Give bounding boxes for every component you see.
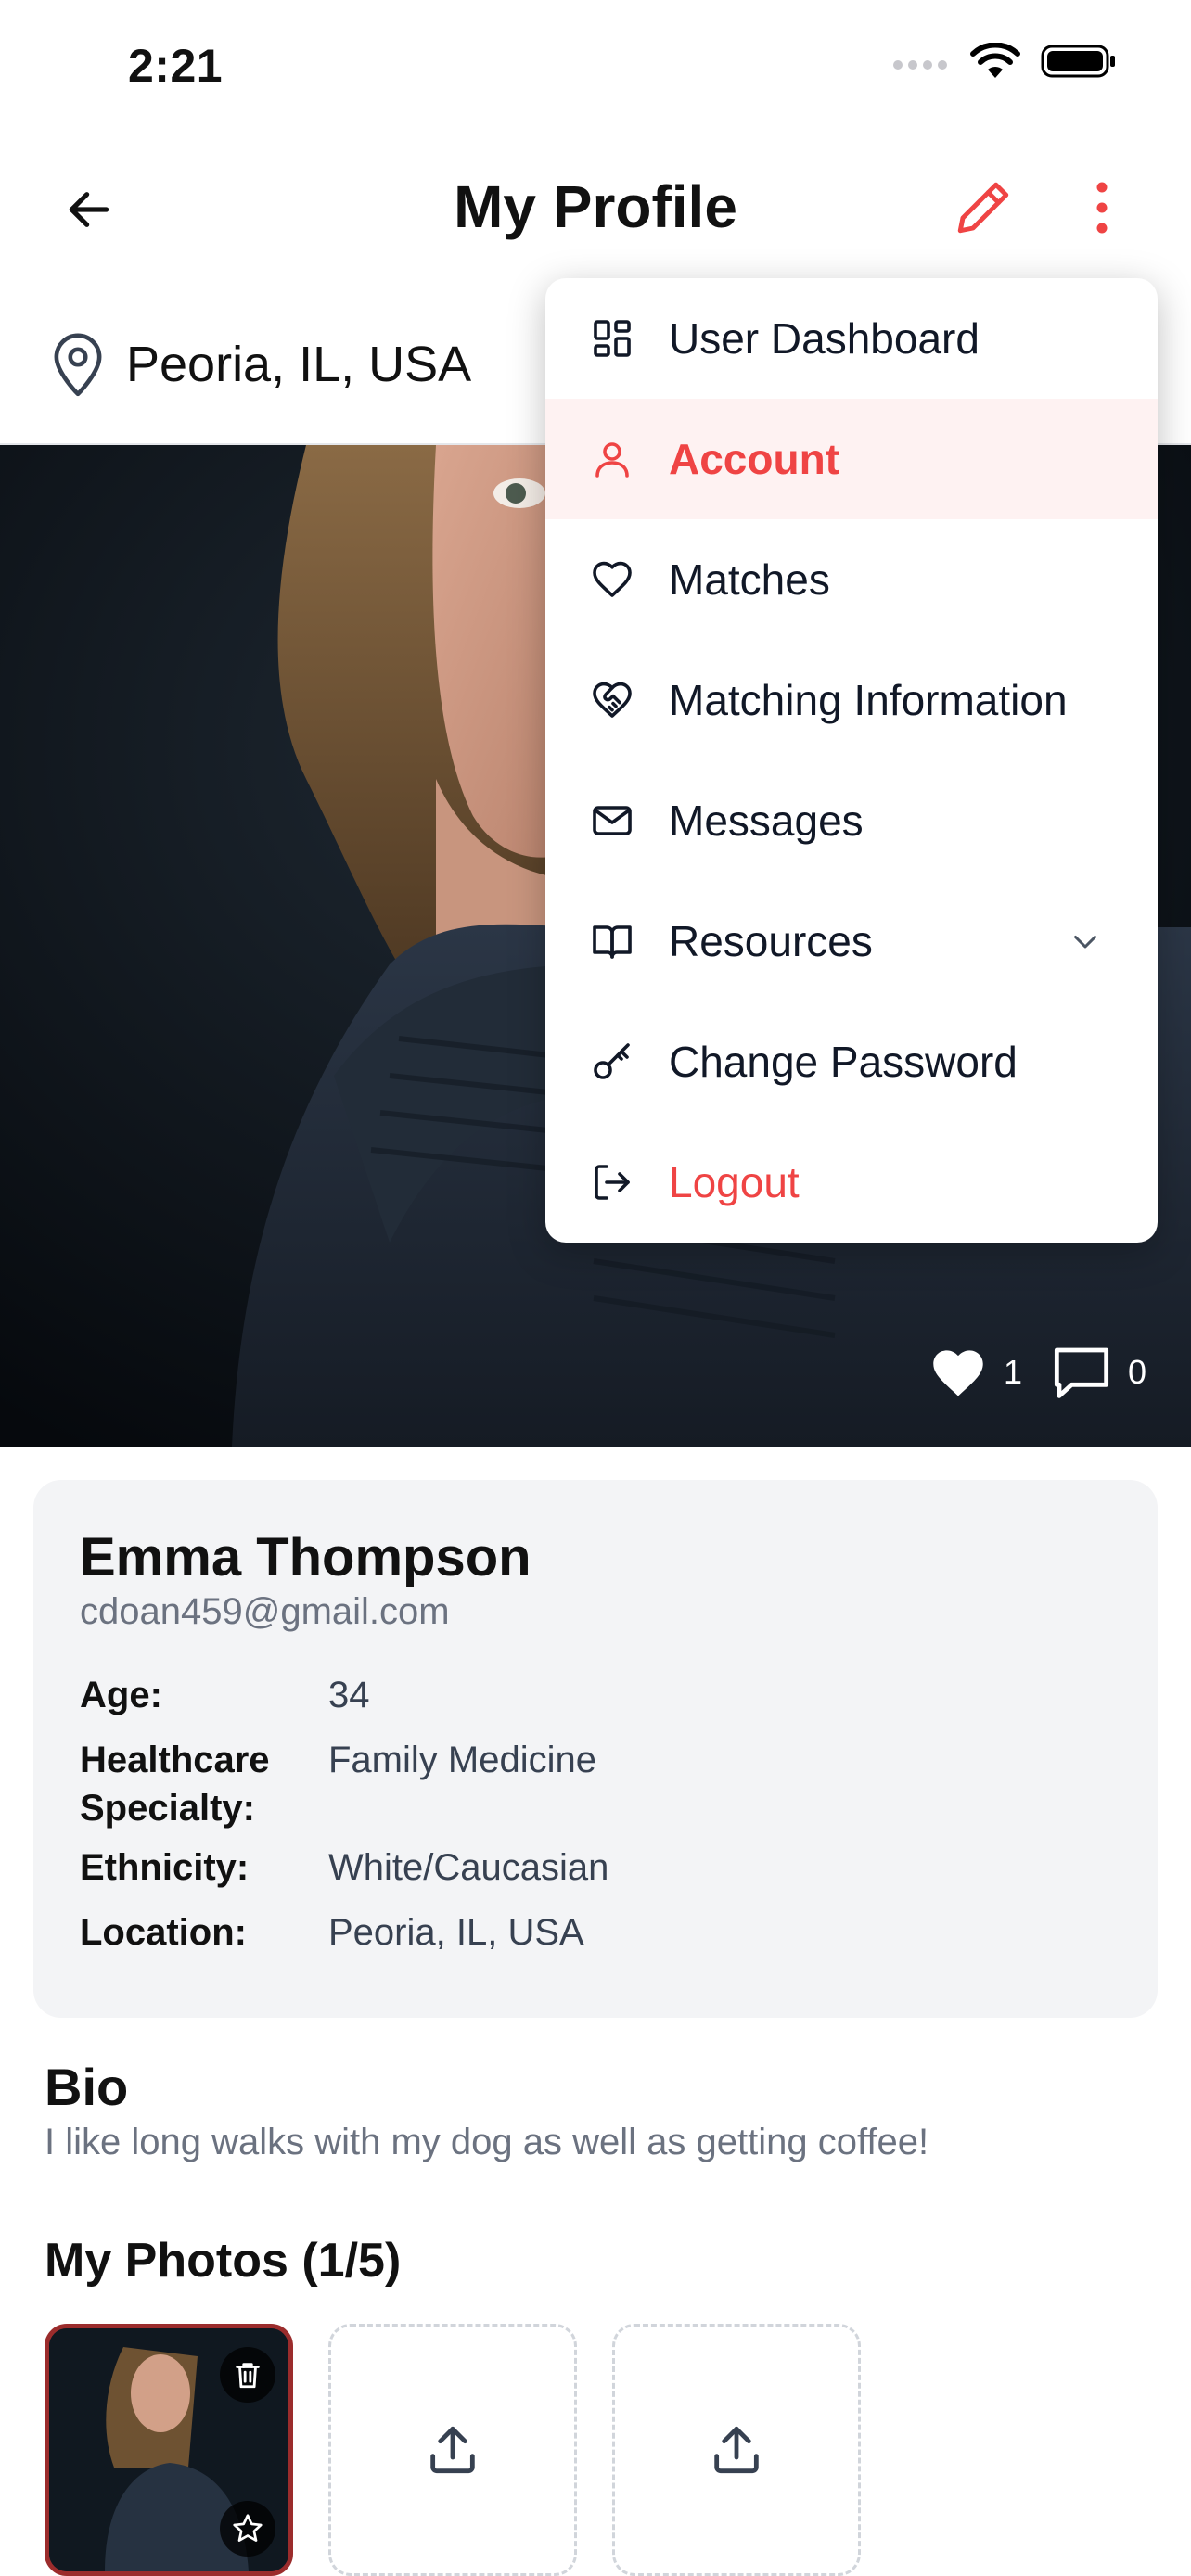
age-value: 34 — [328, 1675, 370, 1715]
status-time: 2:21 — [128, 40, 224, 92]
dots-vertical-icon — [1096, 182, 1108, 234]
dashboard-icon — [594, 320, 631, 357]
ethnicity-label: Ethnicity: — [80, 1847, 250, 1888]
specialty-value: Family Medicine — [328, 1740, 596, 1780]
hero-stats: 1 0 — [929, 1345, 1146, 1400]
menu-item-label: Logout — [669, 1158, 800, 1206]
comment-icon — [1054, 1347, 1109, 1398]
heart-handshake-icon — [593, 682, 632, 718]
status-icons — [890, 43, 1117, 80]
upload-icon — [430, 2426, 475, 2474]
menu-item-label: Account — [669, 435, 839, 483]
app-header: My Profile — [0, 139, 1191, 278]
location-label: Location: — [80, 1912, 247, 1953]
ethnicity-value: White/Caucasian — [328, 1847, 609, 1888]
menu-item-matches[interactable]: Matches — [545, 519, 1158, 640]
user-icon — [596, 442, 629, 478]
more-options-button[interactable] — [1076, 172, 1128, 243]
logout-icon — [595, 1165, 630, 1200]
menu-item-resources[interactable]: Resources — [545, 881, 1158, 1001]
photos-heading: My Photos (1/5) — [45, 2234, 402, 2288]
photo-thumbnail[interactable] — [45, 2324, 293, 2576]
comments-stat[interactable]: 0 — [1052, 1345, 1146, 1400]
set-primary-photo-button[interactable] — [220, 2501, 275, 2557]
battery-icon — [1041, 45, 1115, 78]
heart-icon — [593, 561, 632, 597]
location-text: Peoria, IL, USA — [126, 337, 472, 392]
key-icon — [594, 1043, 630, 1079]
menu-item-label: User Dashboard — [669, 314, 980, 363]
upload-photo-slot[interactable] — [328, 2324, 577, 2576]
menu-item-label: Change Password — [669, 1038, 1018, 1086]
likes-stat[interactable]: 1 — [929, 1346, 1022, 1398]
status-bar: 2:21 — [0, 0, 1191, 139]
book-icon — [593, 925, 632, 959]
options-dropdown-menu: User Dashboard Account Matches Matching … — [545, 278, 1158, 1243]
edit-profile-button[interactable] — [948, 172, 1018, 243]
wifi-icon — [970, 43, 1020, 78]
menu-item-logout[interactable]: Logout — [545, 1122, 1158, 1243]
map-pin-icon — [54, 333, 102, 397]
menu-item-account[interactable]: Account — [545, 399, 1158, 519]
specialty-label: Healthcare Specialty: — [80, 1740, 270, 1829]
location-value: Peoria, IL, USA — [328, 1912, 584, 1953]
delete-photo-button[interactable] — [220, 2347, 275, 2403]
profile-info-card: Emma Thompson cdoan459@gmail.com Age: 34… — [33, 1480, 1158, 2018]
menu-item-matching-information[interactable]: Matching Information — [545, 640, 1158, 760]
menu-item-change-password[interactable]: Change Password — [545, 1001, 1158, 1122]
profile-screen: 2:21 My Profile Peoria, IL, USA 1 0 User… — [0, 0, 1191, 2576]
trash-icon — [236, 2363, 260, 2389]
menu-item-messages[interactable]: Messages — [545, 760, 1158, 881]
profile-email: cdoan459@gmail.com — [80, 1591, 450, 1632]
cellular-signal-icon — [893, 60, 947, 70]
menu-item-user-dashboard[interactable]: User Dashboard — [545, 278, 1158, 399]
bio-heading: Bio — [45, 2058, 129, 2116]
upload-icon — [714, 2426, 759, 2474]
profile-name: Emma Thompson — [80, 1527, 531, 1588]
heart-filled-icon — [933, 1350, 983, 1396]
bio-text: I like long walks with my dog as well as… — [45, 2122, 929, 2162]
age-label: Age: — [80, 1675, 162, 1715]
mail-icon — [593, 806, 632, 835]
menu-item-label: Matching Information — [669, 676, 1068, 724]
likes-count: 1 — [1003, 1353, 1022, 1391]
menu-item-label: Matches — [669, 555, 830, 604]
pencil-icon — [957, 182, 1009, 234]
menu-item-label: Messages — [669, 797, 864, 845]
chevron-down-icon[interactable] — [1069, 925, 1102, 958]
menu-item-label: Resources — [669, 917, 873, 965]
comments-count: 0 — [1127, 1353, 1146, 1391]
upload-photo-slot[interactable] — [612, 2324, 861, 2576]
star-icon — [233, 2514, 263, 2542]
